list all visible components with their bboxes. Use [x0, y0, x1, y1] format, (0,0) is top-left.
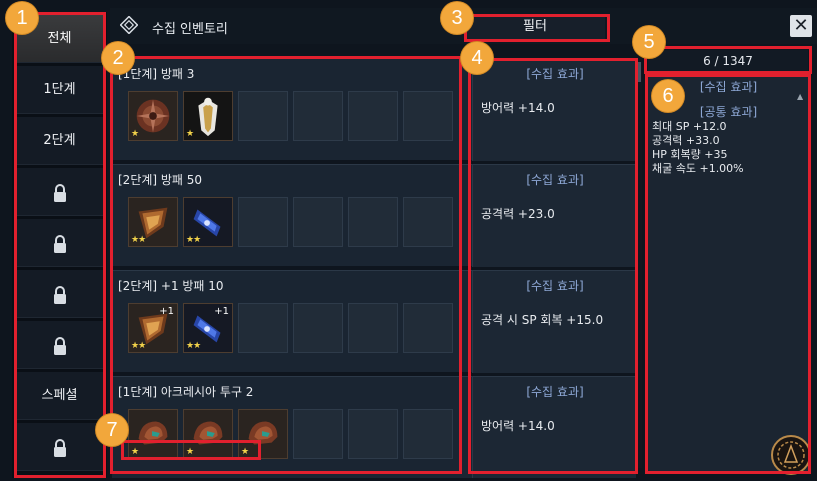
tab-2[interactable]: 2단계 — [15, 117, 104, 165]
scroll-thumb[interactable] — [637, 62, 641, 82]
annotation-badge-2: 2 — [102, 42, 134, 74]
empty-slot — [238, 303, 288, 353]
stat-line: 채굴 속도 +1.00% — [652, 162, 744, 175]
item-slot[interactable]: ★★ — [128, 197, 178, 247]
empty-slot — [293, 303, 343, 353]
star-rating: ★ — [186, 447, 194, 457]
tab-locked[interactable] — [15, 168, 104, 216]
empty-slot — [348, 197, 398, 247]
empty-slot — [348, 409, 398, 459]
star-rating: ★ — [241, 447, 249, 457]
annotation-badge-4: 4 — [461, 42, 493, 74]
collection-list: [1단계] 방패 3 ★ ★ [수집 효과] 방어력 +14.0 [2단계] 방패 50 ★… — [112, 58, 636, 478]
collection-effect: [수집 효과] 방어력 +14.0 — [472, 377, 636, 478]
star-rating: ★★ — [131, 235, 146, 245]
collection-effect: [수집 효과] 방어력 +14.0 — [472, 59, 636, 161]
item-slot[interactable]: ★ — [238, 409, 288, 459]
item-slot[interactable]: ★ — [183, 409, 233, 459]
collection-entry: [2단계] +1 방패 10 ★★ +1 ★★ +1 [수집 효과] 공격 시 SP 회복 … — [112, 270, 636, 373]
item-slot[interactable]: ★★ +1 — [183, 303, 233, 353]
category-tabs: 전체 1단계 2단계 스페셜 — [12, 12, 107, 478]
window-title: 수집 인벤토리 — [152, 22, 228, 37]
item-slot[interactable]: ★ — [183, 91, 233, 141]
item-slot[interactable]: ★★ — [183, 197, 233, 247]
collection-entry: [1단계] 아크레시아 투구 2 ★ ★ ★ [수집 효과] 방어력 +14.0 — [112, 376, 636, 478]
effect-value: 방어력 +14.0 — [481, 419, 555, 433]
lock-icon — [52, 431, 68, 457]
enhance-level: +1 — [159, 306, 174, 317]
close-icon: ✕ — [793, 15, 809, 36]
empty-slot — [348, 91, 398, 141]
collection-count: 6 / 1347 — [648, 50, 808, 72]
diamond-icon — [120, 16, 138, 34]
star-rating: ★★ — [186, 235, 201, 245]
star-rating: ★ — [186, 129, 194, 139]
entry-title: [2단계] +1 방패 10 — [118, 279, 224, 293]
empty-slot — [403, 409, 453, 459]
lock-icon — [52, 329, 68, 355]
empty-slot — [293, 197, 343, 247]
effect-value: 공격 시 SP 회복 +15.0 — [481, 313, 604, 327]
enhance-level: +1 — [214, 306, 229, 317]
annotation-badge-6: 6 — [652, 80, 684, 112]
stat-line: 최대 SP +12.0 — [652, 120, 727, 133]
tab-locked[interactable] — [15, 270, 104, 318]
entry-title: [1단계] 아크레시아 투구 2 — [118, 385, 254, 399]
empty-slot — [403, 197, 453, 247]
lock-icon — [52, 278, 68, 304]
entry-title: [2단계] 방패 50 — [118, 173, 203, 187]
item-slot[interactable]: ★ — [128, 409, 178, 459]
tab-locked[interactable] — [15, 219, 104, 267]
summary-stats: 최대 SP +12.0 공격력 +33.0 HP 회복량 +35 채굴 속도 +… — [652, 120, 744, 176]
empty-slot — [348, 303, 398, 353]
collection-effect: [수집 효과] 공격 시 SP 회복 +15.0 — [472, 271, 636, 373]
lock-icon — [52, 176, 68, 202]
empty-slot — [238, 197, 288, 247]
tab-7[interactable]: 스페셜 — [15, 372, 104, 420]
collection-effect: [수집 효과] 공격력 +23.0 — [472, 165, 636, 267]
watermark-logo — [771, 435, 811, 475]
collection-entry: [2단계] 방패 50 ★★ ★★ [수집 효과] 공격력 +23.0 — [112, 164, 636, 267]
effect-value: 공격력 +23.0 — [481, 207, 555, 221]
annotation-badge-5: 5 — [633, 26, 665, 58]
collection-entry: [1단계] 방패 3 ★ ★ [수집 효과] 방어력 +14.0 — [112, 58, 636, 161]
empty-slot — [403, 91, 453, 141]
effect-header: [수집 효과] — [526, 67, 584, 81]
effect-header: [수집 효과] — [526, 385, 584, 399]
tab-1[interactable]: 1단계 — [15, 66, 104, 114]
effect-header: [수집 효과] — [526, 173, 584, 187]
empty-slot — [238, 91, 288, 141]
annotation-badge-1: 1 — [6, 2, 38, 34]
close-button[interactable]: ✕ — [790, 15, 812, 37]
star-rating: ★★ — [131, 341, 146, 351]
empty-slot — [293, 409, 343, 459]
item-slot[interactable]: ★★ +1 — [128, 303, 178, 353]
effect-header: [수집 효과] — [526, 279, 584, 293]
item-slot[interactable]: ★ — [128, 91, 178, 141]
empty-slot — [403, 303, 453, 353]
scroll-up-icon[interactable]: ▲ — [797, 92, 803, 101]
star-rating: ★ — [131, 129, 139, 139]
summary-panel: [수집 효과] [공통 효과] 최대 SP +12.0 공격력 +33.0 HP… — [646, 76, 811, 472]
annotation-badge-3: 3 — [441, 2, 473, 34]
lock-icon — [52, 227, 68, 253]
annotation-badge-7: 7 — [96, 414, 128, 446]
stat-line: 공격력 +33.0 — [652, 134, 720, 147]
stat-line: HP 회복량 +35 — [652, 148, 728, 161]
tab-locked[interactable] — [15, 321, 104, 369]
effect-value: 방어력 +14.0 — [481, 101, 555, 115]
filter-button[interactable]: 필터 — [465, 14, 605, 40]
list-scrollbar[interactable] — [636, 62, 642, 468]
empty-slot — [293, 91, 343, 141]
star-rating: ★★ — [186, 341, 201, 351]
tab-locked[interactable] — [15, 423, 104, 471]
collection-inventory-window: 수집 인벤토리 필터 ✕ 전체 1단계 2단계 스페셜 [1단계] 방패 3 ★ ★ [수집… — [0, 0, 817, 481]
star-rating: ★ — [131, 447, 139, 457]
